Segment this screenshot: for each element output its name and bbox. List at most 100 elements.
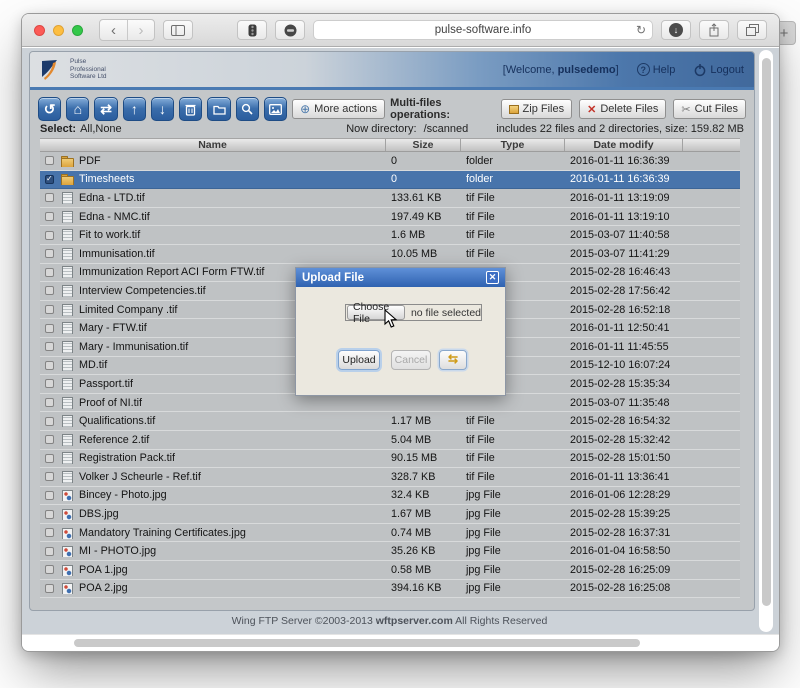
- file-name[interactable]: Qualifications.tif: [79, 415, 155, 427]
- row-checkbox[interactable]: [45, 454, 54, 463]
- row-checkbox[interactable]: [45, 361, 54, 370]
- dialog-title-bar[interactable]: Upload File ✕: [296, 268, 505, 287]
- file-row[interactable]: Fit to work.tif 1.6 MB tif File 2015-03-…: [40, 226, 740, 245]
- tab-overview-button[interactable]: [737, 20, 767, 40]
- home-button[interactable]: ⌂: [66, 97, 89, 121]
- file-row[interactable]: Reference 2.tif 5.04 MB tif File 2015-02…: [40, 431, 740, 450]
- view-images-button[interactable]: [264, 97, 287, 121]
- row-checkbox[interactable]: [45, 491, 54, 500]
- column-header-size[interactable]: Size: [386, 139, 461, 151]
- file-name[interactable]: Mary - Immunisation.tif: [79, 341, 188, 353]
- share-button[interactable]: [699, 20, 729, 40]
- vertical-scrollbar[interactable]: [759, 50, 773, 632]
- row-checkbox[interactable]: [45, 547, 54, 556]
- help-link[interactable]: ? Help: [637, 63, 676, 76]
- refresh-button[interactable]: ⇄: [94, 97, 117, 121]
- column-header-type[interactable]: Type: [461, 139, 565, 151]
- row-checkbox[interactable]: [45, 249, 54, 258]
- row-checkbox[interactable]: [45, 417, 54, 426]
- file-name[interactable]: Mary - FTW.tif: [79, 322, 147, 334]
- row-checkbox[interactable]: [45, 398, 54, 407]
- back-button[interactable]: ‹: [100, 20, 127, 40]
- row-checkbox[interactable]: [45, 305, 54, 314]
- file-name[interactable]: Limited Company .tif: [79, 304, 177, 316]
- row-checkbox[interactable]: [45, 342, 54, 351]
- row-checkbox[interactable]: [45, 435, 54, 444]
- address-bar[interactable]: pulse-software.info ↻: [313, 20, 653, 40]
- file-name[interactable]: Immunisation.tif: [79, 248, 155, 260]
- file-row[interactable]: Immunisation.tif 10.05 MB tif File 2015-…: [40, 245, 740, 264]
- go-back-button[interactable]: ↺: [38, 97, 61, 121]
- file-row[interactable]: Qualifications.tif 1.17 MB tif File 2015…: [40, 412, 740, 431]
- zip-files-button[interactable]: Zip Files: [501, 99, 573, 119]
- file-row[interactable]: Volker J Scheurle - Ref.tif 328.7 KB tif…: [40, 468, 740, 487]
- more-actions-button[interactable]: ⊕ More actions: [292, 99, 385, 119]
- file-row[interactable]: Edna - LTD.tif 133.61 KB tif File 2016-0…: [40, 189, 740, 208]
- row-checkbox[interactable]: [45, 286, 54, 295]
- file-name[interactable]: Bincey - Photo.jpg: [79, 489, 167, 501]
- cut-files-button[interactable]: ✂Cut Files: [673, 99, 746, 119]
- row-checkbox[interactable]: [45, 231, 54, 240]
- sidebar-toggle-button[interactable]: [163, 20, 193, 40]
- row-checkbox[interactable]: [45, 528, 54, 537]
- file-row[interactable]: Edna - NMC.tif 197.49 KB tif File 2016-0…: [40, 208, 740, 227]
- file-row[interactable]: Proof of NI.tif 2015-03-07 11:35:48: [40, 394, 740, 413]
- reload-icon[interactable]: ↻: [636, 23, 646, 37]
- file-name[interactable]: DBS.jpg: [79, 508, 119, 520]
- file-row[interactable]: DBS.jpg 1.67 MB jpg File 2015-02-28 15:3…: [40, 505, 740, 524]
- select-none-link[interactable]: None: [95, 123, 121, 136]
- footer-link[interactable]: wftpserver.com: [376, 615, 453, 627]
- dialog-upload-button[interactable]: Upload: [338, 350, 380, 370]
- file-row[interactable]: Bincey - Photo.jpg 32.4 KB jpg File 2016…: [40, 487, 740, 506]
- row-checkbox[interactable]: [45, 193, 54, 202]
- file-name[interactable]: Timesheets: [79, 173, 134, 185]
- file-name[interactable]: POA 2.jpg: [79, 582, 128, 594]
- file-name[interactable]: Reference 2.tif: [79, 434, 149, 446]
- extension-button-2[interactable]: [275, 20, 305, 40]
- row-checkbox[interactable]: [45, 268, 54, 277]
- file-row[interactable]: Registration Pack.tif 90.15 MB tif File …: [40, 450, 740, 469]
- file-name[interactable]: Proof of NI.tif: [79, 397, 142, 409]
- zoom-window-button[interactable]: [72, 25, 83, 36]
- file-row[interactable]: POA 2.jpg 394.16 KB jpg File 2015-02-28 …: [40, 580, 740, 599]
- minimize-window-button[interactable]: [53, 25, 64, 36]
- dialog-close-button[interactable]: ✕: [486, 271, 499, 284]
- horizontal-scrollbar-thumb[interactable]: [74, 639, 640, 647]
- forward-button[interactable]: ›: [127, 20, 154, 40]
- row-checkbox[interactable]: [45, 510, 54, 519]
- file-row[interactable]: Timesheets 0 folder 2016-01-11 16:36:39: [40, 171, 740, 190]
- file-name[interactable]: POA 1.jpg: [79, 564, 128, 576]
- file-row[interactable]: POA 1.jpg 0.58 MB jpg File 2015-02-28 16…: [40, 561, 740, 580]
- file-name[interactable]: Interview Competencies.tif: [79, 285, 206, 297]
- delete-button[interactable]: [179, 97, 202, 121]
- new-folder-button[interactable]: [207, 97, 230, 121]
- file-row[interactable]: Mandatory Training Certificates.jpg 0.74…: [40, 524, 740, 543]
- extension-button-1[interactable]: [237, 20, 267, 40]
- file-name[interactable]: MD.tif: [79, 359, 107, 371]
- row-checkbox[interactable]: [45, 584, 54, 593]
- upload-button[interactable]: ↑: [123, 97, 146, 121]
- logout-link[interactable]: Logout: [693, 63, 744, 77]
- file-name[interactable]: PDF: [79, 155, 101, 167]
- select-all-link[interactable]: All: [80, 123, 92, 136]
- row-checkbox[interactable]: [45, 175, 54, 184]
- dialog-cancel-button[interactable]: Cancel: [391, 350, 431, 370]
- advanced-upload-button[interactable]: ⇆: [439, 350, 467, 370]
- row-checkbox[interactable]: [45, 565, 54, 574]
- row-checkbox[interactable]: [45, 212, 54, 221]
- horizontal-scrollbar[interactable]: [22, 634, 779, 651]
- file-name[interactable]: Registration Pack.tif: [79, 452, 175, 464]
- row-checkbox[interactable]: [45, 379, 54, 388]
- row-checkbox[interactable]: [45, 156, 54, 165]
- file-row[interactable]: PDF 0 folder 2016-01-11 16:36:39: [40, 152, 740, 171]
- file-row[interactable]: MI - PHOTO.jpg 35.26 KB jpg File 2016-01…: [40, 542, 740, 561]
- file-name[interactable]: Passport.tif: [79, 378, 133, 390]
- close-window-button[interactable]: [34, 25, 45, 36]
- file-input-field[interactable]: Choose File no file selected: [345, 304, 482, 321]
- row-checkbox[interactable]: [45, 324, 54, 333]
- file-name[interactable]: Fit to work.tif: [79, 229, 140, 241]
- file-name[interactable]: Volker J Scheurle - Ref.tif: [79, 471, 201, 483]
- file-name[interactable]: Immunization Report ACI Form FTW.tif: [79, 266, 264, 278]
- search-button[interactable]: [236, 97, 259, 121]
- column-header-name[interactable]: Name: [40, 139, 386, 151]
